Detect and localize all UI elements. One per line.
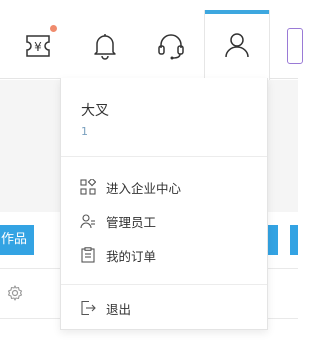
bottom-links-partial: [64, 338, 298, 348]
tab-button[interactable]: [268, 225, 278, 255]
logout-icon: [80, 300, 96, 316]
svg-text:¥: ¥: [34, 40, 42, 54]
user-dropdown-menu: 大叉 1 进入企业中心 管理员工 我的订单 退出: [60, 78, 268, 330]
user-icon: [225, 32, 249, 58]
coupon-icon[interactable]: ¥: [24, 33, 54, 59]
clipboard-icon: [80, 247, 96, 263]
gear-icon[interactable]: [7, 285, 23, 305]
menu-item-label: 进入企业中心: [106, 180, 182, 196]
menu-item-logout[interactable]: 退出: [61, 293, 267, 323]
menu-item-my-orders[interactable]: 我的订单: [61, 240, 267, 270]
staff-icon: [80, 213, 96, 229]
menu-item-label: 管理员工: [106, 214, 157, 230]
user-menu-tab[interactable]: [204, 10, 270, 80]
works-tab-button[interactable]: 作品: [0, 225, 34, 255]
menu-item-enterprise-center[interactable]: 进入企业中心: [61, 172, 267, 202]
menu-item-label: 我的订单: [106, 248, 157, 264]
tab-button[interactable]: [290, 225, 298, 255]
active-tab-indicator: [205, 10, 269, 14]
menu-item-manage-staff[interactable]: 管理员工: [61, 206, 267, 236]
menu-divider: [61, 284, 267, 285]
menu-divider: [61, 156, 267, 157]
notification-badge: [50, 25, 57, 32]
user-id: 1: [81, 125, 88, 138]
headset-icon[interactable]: [157, 32, 185, 60]
menu-item-label: 退出: [106, 301, 132, 317]
user-name: 大叉: [81, 103, 109, 119]
grid-icon: [80, 177, 97, 195]
bell-icon[interactable]: [92, 32, 118, 60]
partial-button[interactable]: [287, 28, 303, 64]
